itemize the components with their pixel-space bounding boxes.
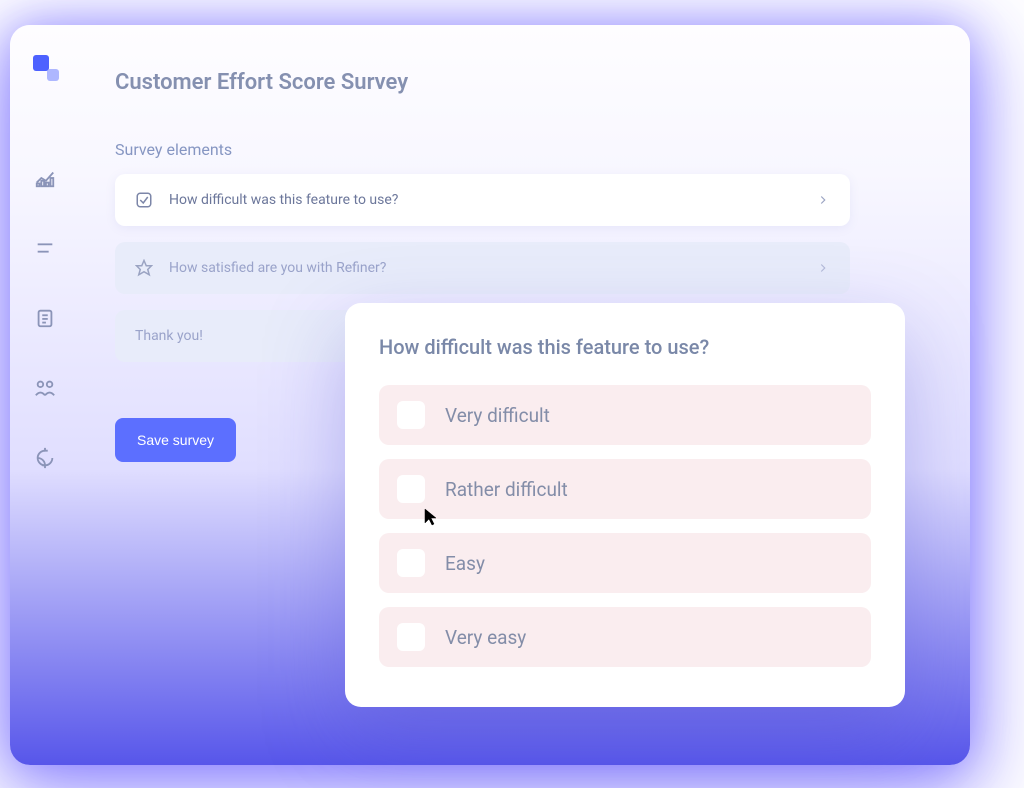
option-checkbox[interactable] <box>397 623 425 651</box>
option-checkbox[interactable] <box>397 475 425 503</box>
option-label: Rather difficult <box>445 478 568 501</box>
option-label: Very difficult <box>445 404 550 427</box>
menu-icon[interactable] <box>34 237 56 259</box>
cursor-icon <box>424 508 438 530</box>
refresh-icon[interactable] <box>34 447 56 469</box>
popup-title: How difficult was this feature to use? <box>379 335 871 359</box>
checkbox-icon <box>135 191 153 209</box>
people-icon[interactable] <box>34 377 56 399</box>
sidebar <box>10 25 80 765</box>
page-title: Customer Effort Score Survey <box>115 70 930 95</box>
option-label: Very easy <box>445 626 526 649</box>
option-checkbox[interactable] <box>397 549 425 577</box>
app-logo <box>33 55 57 79</box>
option-very-difficult[interactable]: Very difficult <box>379 385 871 445</box>
survey-element-difficulty[interactable]: How difficult was this feature to use? <box>115 174 850 226</box>
option-rather-difficult[interactable]: Rather difficult <box>379 459 871 519</box>
clipboard-icon[interactable] <box>34 307 56 329</box>
section-label: Survey elements <box>115 140 930 159</box>
chevron-right-icon <box>816 193 830 207</box>
chevron-right-icon <box>816 261 830 275</box>
save-survey-button[interactable]: Save survey <box>115 418 236 462</box>
star-icon <box>135 259 153 277</box>
analytics-icon[interactable] <box>34 167 56 189</box>
option-checkbox[interactable] <box>397 401 425 429</box>
option-very-easy[interactable]: Very easy <box>379 607 871 667</box>
element-label: How satisfied are you with Refiner? <box>169 260 816 276</box>
option-label: Easy <box>445 552 485 575</box>
element-label: How difficult was this feature to use? <box>169 192 816 208</box>
option-easy[interactable]: Easy <box>379 533 871 593</box>
survey-element-satisfaction[interactable]: How satisfied are you with Refiner? <box>115 242 850 294</box>
question-preview-popup: How difficult was this feature to use? V… <box>345 303 905 707</box>
